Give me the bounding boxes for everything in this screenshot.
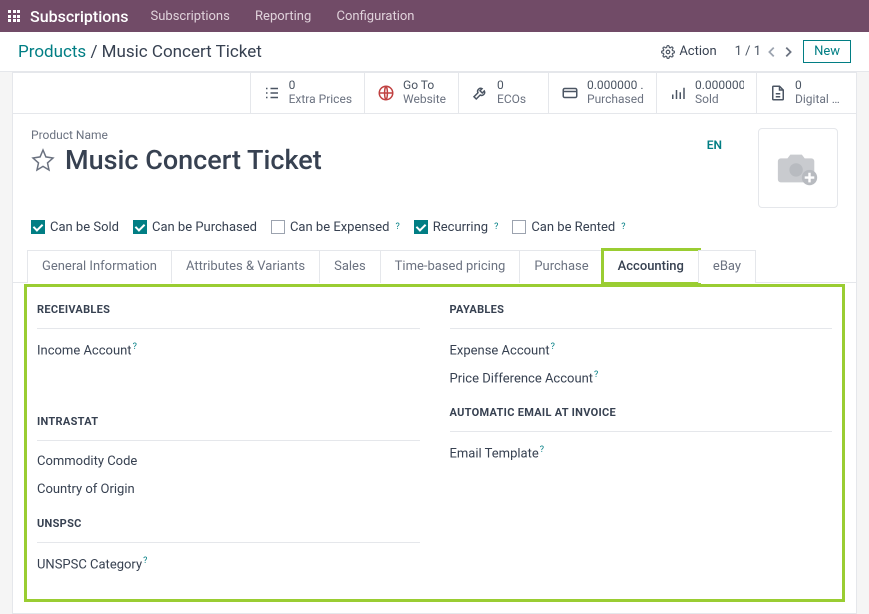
help-icon[interactable]: ? xyxy=(621,222,625,232)
help-icon[interactable]: ? xyxy=(143,556,147,566)
stat-go-to-website[interactable]: Go ToWebsite xyxy=(364,73,458,113)
chevron-right-icon[interactable] xyxy=(783,45,793,59)
section-payables: PAYABLES xyxy=(450,303,833,316)
help-icon[interactable]: ? xyxy=(551,342,555,352)
wrench-icon xyxy=(471,84,489,102)
field-country-of-origin[interactable]: Country of Origin xyxy=(37,481,420,499)
chevron-left-icon[interactable] xyxy=(767,45,777,59)
checkbox-can-be-sold[interactable]: Can be Sold xyxy=(31,220,119,235)
breadcrumb-current: Music Concert Ticket xyxy=(102,42,262,62)
tab-accounting[interactable]: Accounting xyxy=(603,250,699,283)
section-intrastat: INTRASTAT xyxy=(37,415,420,428)
checkbox-recurring[interactable]: Recurring? xyxy=(414,220,499,235)
field-commodity-code[interactable]: Commodity Code xyxy=(37,453,420,471)
tab-sales[interactable]: Sales xyxy=(319,250,381,283)
tab-general-information[interactable]: General Information xyxy=(27,250,172,283)
field-price-difference-account[interactable]: Price Difference Account? xyxy=(450,369,600,388)
stat-ecos[interactable]: 0ECOs xyxy=(458,73,548,113)
accounting-tab-content: RECEIVABLES Income Account? INTRASTAT Co… xyxy=(27,287,842,600)
field-unspsc-category[interactable]: UNSPSC Category? xyxy=(37,555,420,574)
pager: 1 / 1 xyxy=(735,44,793,59)
app-brand: Subscriptions xyxy=(30,7,129,26)
stat-purchased[interactable]: 0.000000 ..Purchased xyxy=(548,73,656,113)
breadcrumb: Products / Music Concert Ticket xyxy=(18,42,661,62)
checkbox-can-be-rented[interactable]: Can be Rented? xyxy=(512,220,625,235)
section-receivables: RECEIVABLES xyxy=(37,303,420,316)
tab-ebay[interactable]: eBay xyxy=(698,250,756,283)
help-icon[interactable]: ? xyxy=(133,342,137,352)
stat-digital-files[interactable]: 0Digital Fil… xyxy=(756,73,856,113)
stat-buttons-bar: 0Extra Prices Go ToWebsite 0ECOs 0.00000… xyxy=(13,73,856,114)
help-icon[interactable]: ? xyxy=(494,222,498,232)
tab-time-based-pricing[interactable]: Time-based pricing xyxy=(380,250,521,283)
product-name-label: Product Name xyxy=(31,128,691,142)
nav-reporting[interactable]: Reporting xyxy=(255,9,311,24)
gear-icon xyxy=(661,45,675,59)
camera-icon xyxy=(775,148,821,188)
bars-icon xyxy=(669,84,687,102)
product-name[interactable]: Music Concert Ticket xyxy=(65,144,322,176)
product-image-upload[interactable] xyxy=(758,128,838,208)
checkbox-can-be-expensed[interactable]: Can be Expensed? xyxy=(271,220,400,235)
file-icon xyxy=(769,84,787,102)
field-expense-account[interactable]: Expense Account? xyxy=(450,341,833,360)
card-icon xyxy=(561,84,579,102)
nav-configuration[interactable]: Configuration xyxy=(337,9,415,24)
nav-subscriptions[interactable]: Subscriptions xyxy=(151,9,230,24)
stat-extra-prices[interactable]: 0Extra Prices xyxy=(250,73,364,113)
star-icon[interactable] xyxy=(31,148,55,172)
help-icon[interactable]: ? xyxy=(395,222,399,232)
language-selector[interactable]: EN xyxy=(707,138,722,208)
tab-purchase[interactable]: Purchase xyxy=(519,250,603,283)
list-icon xyxy=(263,84,281,102)
help-icon[interactable]: ? xyxy=(540,445,544,455)
action-menu-button[interactable]: Action xyxy=(661,44,716,59)
section-automatic-email: AUTOMATIC EMAIL AT INVOICE xyxy=(450,406,833,419)
checkbox-can-be-purchased[interactable]: Can be Purchased xyxy=(133,220,257,235)
help-icon[interactable]: ? xyxy=(594,370,598,380)
field-income-account[interactable]: Income Account? xyxy=(37,341,420,360)
section-unspsc: UNSPSC xyxy=(37,517,420,530)
globe-icon xyxy=(377,84,395,102)
new-button[interactable]: New xyxy=(803,40,851,63)
apps-menu-icon[interactable] xyxy=(8,10,20,22)
stat-sold[interactable]: 0.000000 ..Sold xyxy=(656,73,756,113)
field-email-template[interactable]: Email Template? xyxy=(450,444,833,463)
breadcrumb-root[interactable]: Products xyxy=(18,42,86,62)
tab-attributes-variants[interactable]: Attributes & Variants xyxy=(171,250,320,283)
